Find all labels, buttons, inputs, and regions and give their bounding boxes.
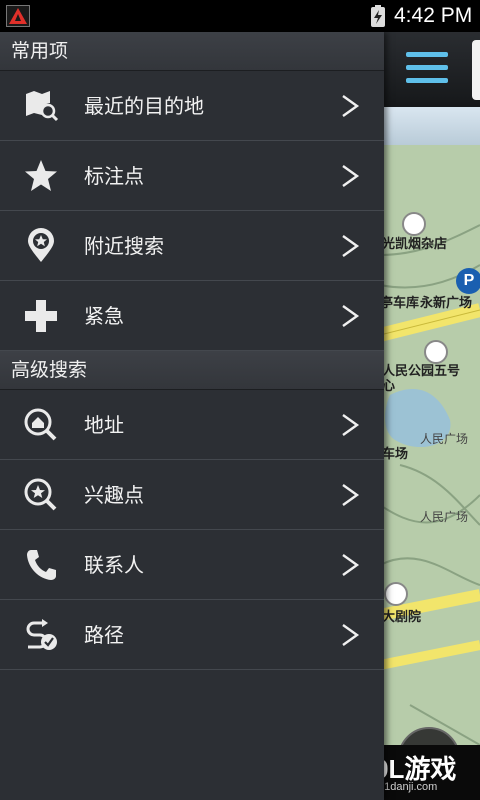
menu-label: 紧急: [84, 304, 124, 328]
menu-item-route[interactable]: 路径: [0, 600, 384, 670]
chevron-right-icon: [340, 553, 360, 577]
map-label-square-2: 人民广场: [420, 510, 469, 524]
menu-item-poi[interactable]: 兴趣点: [0, 460, 384, 530]
map-label-theater: 大剧院: [382, 610, 422, 625]
map-label-parking-lot: 车场: [382, 447, 409, 462]
navigation-drawer: 常用项 最近的目的地 标注点 附近搜索 紧急 高级搜索 地址 兴趣点 联系人 路…: [0, 32, 384, 800]
poi-theater-icon[interactable]: [384, 582, 408, 606]
menu-label: 地址: [84, 413, 124, 437]
phone-icon: [22, 547, 60, 583]
recent-destination-icon: [22, 88, 60, 124]
menu-label: 兴趣点: [84, 483, 144, 507]
map-label-garage: 亭车库: [380, 296, 420, 311]
route-icon: [22, 617, 60, 653]
chevron-right-icon: [340, 483, 360, 507]
map-label-shop: 光凯烟杂店: [382, 237, 448, 252]
menu-item-bookmarks[interactable]: 标注点: [0, 141, 384, 211]
map-label-yongxin: 永新广场: [420, 296, 473, 311]
menu-label: 路径: [84, 623, 124, 647]
chevron-right-icon: [340, 164, 360, 188]
menu-label: 标注点: [84, 164, 144, 188]
address-search-icon: [22, 407, 60, 443]
status-time: 4:42 PM: [394, 4, 473, 27]
chevron-right-icon: [340, 234, 360, 258]
menu-item-contacts[interactable]: 联系人: [0, 530, 384, 600]
menu-label: 附近搜索: [84, 234, 164, 258]
parking-icon[interactable]: P: [456, 268, 480, 294]
section-header-advanced-search: 高级搜索: [0, 351, 384, 390]
chevron-right-icon: [340, 623, 360, 647]
chevron-right-icon: [340, 413, 360, 437]
hamburger-menu-icon[interactable]: [406, 50, 448, 86]
star-icon: [22, 158, 60, 194]
menu-label: 最近的目的地: [84, 94, 204, 118]
poi-search-icon: [22, 477, 60, 513]
watermark-url: 91danji.com: [378, 781, 438, 793]
chevron-right-icon: [340, 94, 360, 118]
menu-item-address[interactable]: 地址: [0, 390, 384, 460]
map-view[interactable]: 光凯烟杂店 P 亭车库 永新广场 人民公园五号 心 人民广场 车场 人民广场 大…: [380, 32, 480, 800]
warning-icon: [6, 5, 30, 27]
menu-label: 联系人: [84, 553, 144, 577]
nearby-pin-icon: [22, 228, 60, 264]
map-label-square-1: 人民广场: [420, 432, 469, 446]
plus-icon: [22, 298, 60, 334]
chevron-right-icon: [340, 304, 360, 328]
status-bar: 4:42 PM: [0, 0, 480, 32]
menu-item-recent-destinations[interactable]: 最近的目的地: [0, 71, 384, 141]
map-toolbar: [380, 32, 480, 107]
section-header-common: 常用项: [0, 32, 384, 71]
battery-charging-icon: [370, 5, 386, 27]
menu-item-emergency[interactable]: 紧急: [0, 281, 384, 351]
map-search-box[interactable]: [472, 40, 480, 100]
menu-item-nearby-search[interactable]: 附近搜索: [0, 211, 384, 281]
map-sky-strip: [380, 107, 480, 145]
